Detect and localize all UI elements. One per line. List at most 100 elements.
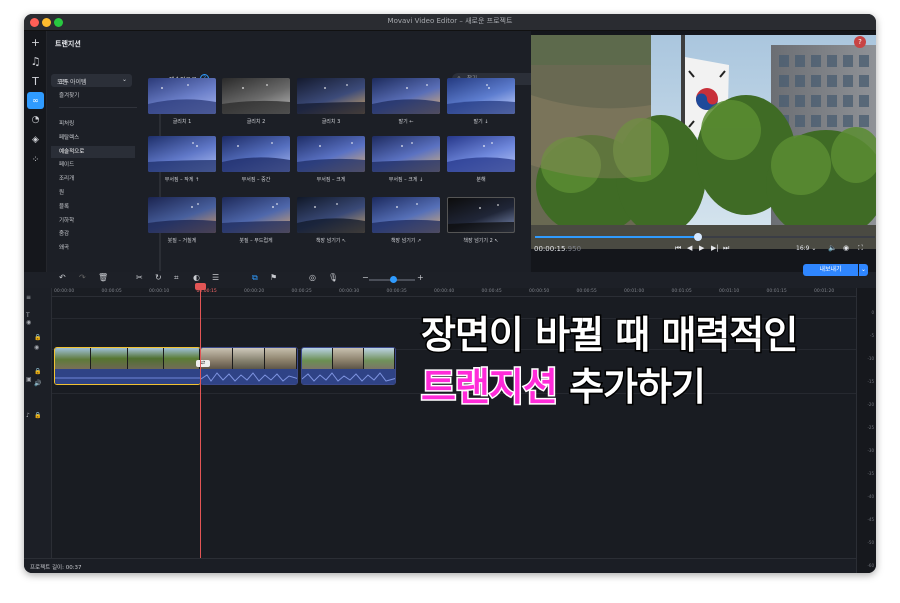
- ruler-tick-label: 00:00:35: [386, 289, 407, 294]
- transition-tile[interactable]: 글리치 3: [297, 78, 365, 125]
- marker-flag-icon[interactable]: ⚑: [270, 273, 277, 282]
- category-item[interactable]: 원: [51, 187, 135, 199]
- meter-scale-label: -40: [867, 494, 874, 499]
- stickers-icon[interactable]: ◈: [27, 132, 44, 149]
- step-back-icon[interactable]: ◀: [687, 244, 692, 252]
- music-note-icon[interactable]: ♫: [27, 53, 44, 70]
- transition-tile[interactable]: 분해: [447, 136, 515, 183]
- ruler-tick-label: 00:01:00: [624, 289, 645, 294]
- color-adjust-icon[interactable]: ◐: [193, 273, 200, 282]
- transitions-icon[interactable]: ∞: [27, 92, 44, 109]
- zoom-in-icon[interactable]: +: [417, 273, 424, 282]
- category-item[interactable]: 즐겨찾기: [51, 90, 135, 102]
- window-title: Movavi Video Editor – 새로운 프로젝트: [387, 17, 513, 25]
- cut-icon[interactable]: ✂: [136, 273, 143, 282]
- lock-icon[interactable]: 🔒: [34, 334, 41, 341]
- play-icon[interactable]: ▶: [699, 244, 704, 252]
- snapshot-icon[interactable]: ◉: [843, 244, 849, 252]
- transition-tile[interactable]: 부서짐 – 크게: [297, 136, 365, 183]
- transition-label: 책장 넘기기 ↗: [390, 238, 422, 244]
- transition-tile[interactable]: 말기 ←: [372, 78, 440, 125]
- caption-line-1: 장면이 바뀔 때 매력적인: [420, 312, 800, 359]
- category-item[interactable]: 줌감: [51, 228, 135, 240]
- filters-icon[interactable]: ◔: [27, 112, 44, 129]
- transition-thumbnail: [372, 197, 440, 233]
- transition-label: 부서짐 – 크게: [316, 177, 346, 183]
- category-item[interactable]: 모두: [51, 77, 135, 89]
- preview-progress-fill: [535, 236, 699, 238]
- rotate-icon[interactable]: ↻: [155, 273, 162, 282]
- transition-tile[interactable]: 붓질 – 거칠게: [148, 197, 216, 244]
- record-video-icon[interactable]: ◎: [309, 273, 316, 282]
- transition-label: 말기 ↓: [473, 119, 489, 125]
- clip-properties-icon[interactable]: ☰: [212, 273, 219, 282]
- clip-audio-waveform: [201, 369, 297, 384]
- ruler-tick-label: 00:00:40: [434, 289, 455, 294]
- preview-help-icon[interactable]: ?: [854, 36, 866, 48]
- skip-back-icon[interactable]: ⏮: [675, 244, 681, 253]
- aspect-ratio-selector[interactable]: 16:9 ⌄: [796, 245, 816, 252]
- category-item[interactable]: 조리개: [51, 173, 135, 185]
- export-dropdown-icon[interactable]: ⌄: [859, 264, 868, 276]
- caption-rest: 추가하기: [556, 364, 708, 411]
- visibility-eye-icon[interactable]: ◉: [34, 344, 39, 351]
- import-plus-icon[interactable]: +: [27, 34, 44, 51]
- transition-tile[interactable]: 부서짐 – 크게 ↓: [372, 136, 440, 183]
- delete-icon[interactable]: 🗑: [98, 273, 108, 282]
- timeline-ruler[interactable]: 00:00:00 00:00:05 00:00:10 00:00:15 00:00:20…: [52, 288, 856, 297]
- video-clip-1[interactable]: [54, 347, 201, 385]
- clip-thumbnails: [201, 348, 297, 369]
- microphone-icon[interactable]: 🎙: [328, 273, 338, 282]
- transition-label: 부서짐 – 작게 ↑: [164, 177, 200, 183]
- transition-marker-icon[interactable]: ⇄: [196, 360, 210, 367]
- volume-icon[interactable]: 🔈: [828, 244, 837, 252]
- timeline-toolbar: [24, 272, 876, 288]
- transition-thumbnail: [372, 136, 440, 172]
- more-tools-icon[interactable]: ⁘: [27, 152, 44, 169]
- project-duration: 프로젝트 길이: 00:37: [30, 565, 82, 571]
- category-item[interactable]: 블록: [51, 201, 135, 213]
- video-clip-2[interactable]: [200, 347, 298, 385]
- category-item[interactable]: 기하학: [51, 215, 135, 227]
- transition-thumbnail: [447, 136, 515, 172]
- titles-text-icon[interactable]: T: [27, 73, 44, 90]
- transition-tile[interactable]: 글리치 1: [148, 78, 216, 125]
- video-track-speaker-icon[interactable]: 🔊: [34, 380, 41, 387]
- category-item[interactable]: 왜곡: [51, 242, 135, 254]
- meter-scale-label: -35: [867, 471, 874, 476]
- export-button[interactable]: 내보내기: [803, 264, 858, 276]
- video-clip-3[interactable]: [301, 347, 396, 385]
- playhead[interactable]: [200, 285, 201, 558]
- zoom-out-icon[interactable]: −: [362, 273, 369, 282]
- video-track-lock-icon[interactable]: 🔒: [34, 368, 41, 375]
- meter-scale-label: -60: [867, 563, 874, 568]
- transition-tile[interactable]: 글리치 2: [222, 78, 290, 125]
- transition-tile[interactable]: 부서짐 – 작게 ↑: [148, 136, 216, 183]
- preview-timecode: 00:00:15.950: [534, 245, 581, 253]
- step-forward-icon[interactable]: ▶|: [711, 244, 719, 252]
- music-track-lock-icon[interactable]: 🔒: [34, 412, 41, 419]
- redo-icon[interactable]: ↷: [79, 273, 86, 282]
- transition-tile[interactable]: 책장 넘기기 2 ↖: [447, 197, 515, 244]
- ruler-tick-label: 00:00:30: [339, 289, 360, 294]
- transition-thumbnail: [222, 197, 290, 233]
- track-settings-icon[interactable]: ≡: [26, 294, 31, 301]
- crop-icon[interactable]: ⌗: [174, 273, 179, 283]
- skip-forward-icon[interactable]: ⏭: [723, 244, 729, 253]
- transition-tile[interactable]: 말기 ↓: [447, 78, 515, 125]
- transition-tile[interactable]: 책장 넘기기 ↖: [297, 197, 365, 244]
- category-item[interactable]: 예술적으로: [51, 145, 135, 158]
- transition-tile[interactable]: 붓질 – 부드럽게: [222, 197, 290, 244]
- transition-tile[interactable]: 책장 넘기기 ↗: [372, 197, 440, 244]
- category-item[interactable]: 피처링: [51, 118, 135, 130]
- transition-tile[interactable]: 부서짐 – 중간: [222, 136, 290, 183]
- category-item[interactable]: 페탈렉스: [51, 132, 135, 144]
- text-track-icon: T ◉: [26, 312, 32, 326]
- undo-icon[interactable]: ↶: [59, 273, 66, 282]
- zoom-slider-knob[interactable]: [390, 276, 397, 283]
- fullscreen-icon[interactable]: ⛶: [858, 244, 863, 253]
- overlay-icon[interactable]: ⧉: [252, 273, 258, 283]
- preview-progress-bar[interactable]: [535, 233, 875, 241]
- category-item[interactable]: 페이드: [51, 159, 135, 171]
- ruler-tick-label: 00:00:25: [291, 289, 312, 294]
